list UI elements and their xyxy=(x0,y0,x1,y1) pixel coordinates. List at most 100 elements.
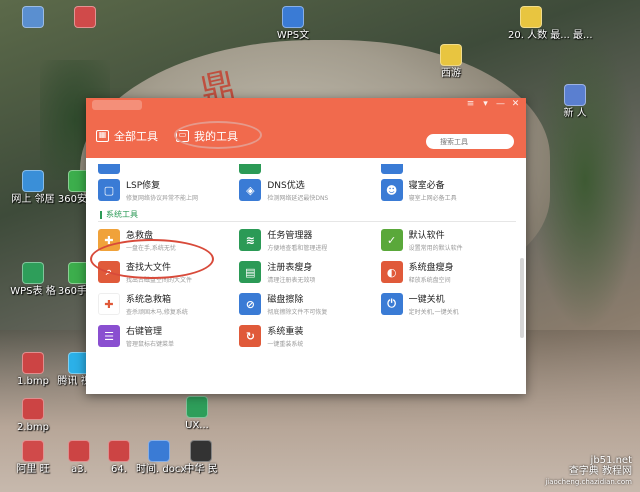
desktop-icon[interactable]: 2.bmp xyxy=(10,398,56,434)
desktop-icon-label: 中华 民 xyxy=(184,464,218,475)
tool-icon xyxy=(98,164,120,174)
desktop-icon[interactable] xyxy=(62,6,108,30)
image-icon xyxy=(22,352,44,374)
tool-item[interactable]: ◐ 系统盘瘦身 释放系统盘空间 xyxy=(380,256,516,288)
desktop-icon-label: 西游 xyxy=(441,68,461,79)
desktop-icon[interactable]: 网上 邻居 xyxy=(10,170,56,206)
tool-name: LSP修复 xyxy=(126,181,161,191)
watermark-line: jb51.net xyxy=(590,455,632,466)
tool-description: 管理鼠标右键菜单 xyxy=(126,341,175,348)
lsp-icon: ▢ xyxy=(98,179,120,201)
tool-item[interactable]: ☰ 右键管理 管理鼠标右键菜单 xyxy=(98,320,233,352)
tool-item-partial[interactable] xyxy=(239,158,374,174)
desktop-icon[interactable]: 阿里 旺 xyxy=(10,440,56,476)
first-aid-icon: ✚ xyxy=(98,293,120,315)
tool-description: 方便地查看和管理进程 xyxy=(267,245,328,252)
tool-row-partial xyxy=(98,158,516,174)
tool-item-partial[interactable] xyxy=(98,158,233,174)
tool-item[interactable]: ↻ 系统重装 一键重装系统 xyxy=(239,320,374,352)
app-logo xyxy=(92,100,142,110)
tool-name: 寝室必备 xyxy=(408,181,445,191)
desktop-icon[interactable]: UX... xyxy=(174,396,220,432)
registry-icon: ▤ xyxy=(239,261,262,283)
tool-description: 定时关机,一键关机 xyxy=(408,309,459,316)
disk-erase-icon: ⊘ xyxy=(239,293,262,315)
desktop-icon[interactable]: 1.bmp xyxy=(10,352,56,388)
tool-description: 修复网络协议异常不能上网 xyxy=(126,195,199,202)
window-header: ≡ ▾ — ✕ ▦ 全部工具 ▭ 我的工具 ⌕ xyxy=(86,98,526,158)
scrollbar[interactable] xyxy=(520,258,524,338)
tool-text: 默认软件设置常用的默认软件 xyxy=(409,228,463,252)
close-icon[interactable]: ✕ xyxy=(511,100,520,109)
search-input[interactable] xyxy=(426,134,514,149)
doc-icon xyxy=(520,6,542,28)
right-click-icon: ☰ xyxy=(98,325,120,347)
tool-item[interactable]: ≋ 任务管理器 方便地查看和管理进程 xyxy=(239,224,374,256)
grid-icon: ▦ xyxy=(96,130,109,142)
tool-item[interactable]: ▤ 注册表瘦身 清理注册表无效项 xyxy=(239,256,374,288)
tool-description: 检测网络延迟最快DNS xyxy=(267,195,329,202)
doc-icon xyxy=(148,440,170,462)
desktop-icon-label: 新 人 xyxy=(563,108,587,119)
desktop-icon[interactable]: 时间. docx xyxy=(136,440,187,476)
app-icon xyxy=(74,6,96,28)
tool-name: 系统重装 xyxy=(267,327,304,337)
desktop-icon-label: 2.bmp xyxy=(17,422,49,433)
tool-item[interactable]: ☻ 寝室必备 寝室上网必备工具 xyxy=(380,174,516,206)
tool-text: DNS优选检测网络延迟最快DNS xyxy=(267,178,328,202)
tool-name: DNS优选 xyxy=(267,181,305,191)
tool-item[interactable]: ✓ 默认软件 设置常用的默认软件 xyxy=(380,224,516,256)
tool-text: 任务管理器 方便地查看和管理进程 xyxy=(267,228,327,252)
tool-grid-network: ▢ LSP修复 修复网络协议异常不能上网 ◈ DNS优选 检测网络延迟最快DNS ☻ 寝室必备… xyxy=(98,174,516,206)
desktop-icon[interactable] xyxy=(10,6,56,30)
image-icon xyxy=(22,398,44,420)
system-disk-icon: ◐ xyxy=(380,261,403,283)
app-icon xyxy=(190,440,212,462)
desktop-icon[interactable]: WPS文 xyxy=(270,6,316,42)
tool-name: 一键关机 xyxy=(408,295,445,305)
tool-item[interactable]: ✚ 系统急救箱查杀顽固木马,修复系统 xyxy=(98,288,233,320)
desktop-icon-label: 1.bmp xyxy=(17,376,49,387)
minimize-icon[interactable]: — xyxy=(496,100,505,109)
tool-text: 系统重装一键重装系统 xyxy=(267,324,303,348)
window-controls: ≡ ▾ — ✕ xyxy=(466,100,520,109)
tool-icon xyxy=(380,164,403,174)
network-icon xyxy=(22,170,44,192)
tool-item[interactable]: ⊘ 磁盘擦除 彻底擦除文件不可恢复 xyxy=(239,288,374,320)
desktop-icon[interactable]: 中华 民 xyxy=(178,440,224,476)
tool-text: 磁盘擦除 彻底擦除文件不可恢复 xyxy=(267,292,327,316)
annotation-circle xyxy=(174,121,262,149)
tool-description: 设置常用的默认软件 xyxy=(408,245,463,252)
desktop-icon-label: 20. 人数 最... 最... xyxy=(508,30,593,41)
tool-item[interactable]: ⏻ 一键关机 定时关机,一键关机 xyxy=(380,288,516,320)
tool-description: 一键重装系统 xyxy=(267,341,304,348)
watermark: jb51.net 查字典 教程网 jiaocheng.chazidian.com xyxy=(545,455,632,488)
tool-text: 右键管理 管理鼠标右键菜单 xyxy=(126,324,174,348)
chat-icon xyxy=(22,440,44,462)
menu-icon[interactable]: ≡ xyxy=(466,100,475,109)
desktop-icon[interactable]: 20. 人数 最... 最... xyxy=(508,6,593,42)
tool-text: 注册表瘦身 清理注册表无效项 xyxy=(267,260,315,284)
desktop-icon-label: 阿里 旺 xyxy=(16,464,50,475)
tool-list: ▢ LSP修复 修复网络协议异常不能上网 ◈ DNS优选 检测网络延迟最快DNS ☻ 寝室必备… xyxy=(86,158,526,394)
tool-item[interactable]: ▢ LSP修复修复网络协议异常不能上网 xyxy=(98,174,233,206)
desktop-icon[interactable]: 西游 xyxy=(428,44,474,80)
tab-all-tools[interactable]: ▦ 全部工具 xyxy=(96,128,158,144)
tool-item-partial[interactable] xyxy=(380,158,516,174)
tool-name: 系统急救箱 xyxy=(126,295,172,305)
desktop-icon[interactable]: 新 人 xyxy=(552,84,598,120)
tool-description: 查杀顽固木马,修复系统 xyxy=(126,309,188,316)
tool-name: 默认软件 xyxy=(408,231,445,241)
tool-text: 一键关机定时关机,一键关机 xyxy=(409,292,459,316)
tool-item[interactable]: ◈ DNS优选 检测网络延迟最快DNS xyxy=(239,174,374,206)
image-icon xyxy=(108,440,130,462)
tool-text: 寝室必备寝室上网必备工具 xyxy=(409,178,457,202)
desktop-icon-label: 时间. docx xyxy=(136,464,187,475)
wps-sheet-icon xyxy=(22,262,44,284)
tool-description: 寝室上网必备工具 xyxy=(408,195,457,202)
desktop-icon-label: 网上 邻居 xyxy=(11,194,55,205)
desktop-icon[interactable]: WPS表 格 xyxy=(10,262,56,298)
annotation-circle xyxy=(90,239,214,279)
tool-text: 系统急救箱查杀顽固木马,修复系统 xyxy=(126,292,188,316)
dropdown-icon[interactable]: ▾ xyxy=(481,100,490,109)
